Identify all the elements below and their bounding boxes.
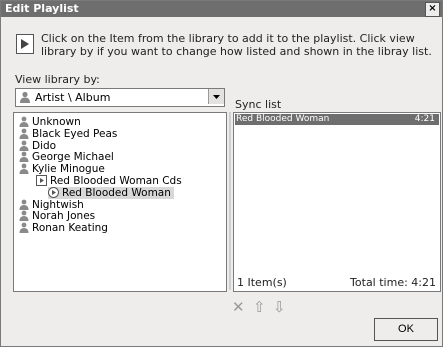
dropdown-button[interactable] [208,89,224,104]
sync-row-duration: 4:21 [414,114,435,124]
ok-button[interactable]: OK [374,318,438,341]
total-time: Total time: 4:21 [350,276,436,289]
tree-item[interactable]: Unknown [19,116,81,128]
move-down-icon[interactable]: ⇩ [273,298,286,316]
tree-item[interactable]: Black Eyed Peas [19,128,117,140]
remove-icon[interactable]: ✕ [232,298,245,316]
user-icon [19,222,29,236]
user-icon [19,91,31,106]
tree-item-label: Red Blooded Woman Cds [50,175,182,187]
instructions-text: Click on the Item from the library to ad… [41,32,432,58]
tree-item[interactable]: Norah Jones [19,210,95,222]
tree-item[interactable]: Red Blooded Woman Cds [36,175,182,187]
tree-item-label: Ronan Keating [32,222,108,235]
sync-list[interactable]: Red Blooded Woman 4:21 1 Item(s) Total t… [233,112,441,292]
tree-item-label: Norah Jones [32,210,96,223]
tree-item-label: Red Blooded Woman [62,186,171,199]
title-bar: Edit Playlist × [1,1,442,17]
tree-item-label: Dido [32,139,57,152]
tree-item-label: Black Eyed Peas [32,127,118,140]
tree-item[interactable]: Red Blooded Woman [48,186,174,199]
sync-row[interactable]: Red Blooded Woman 4:21 [235,114,439,125]
view-library-value: Artist \ Album [35,91,111,104]
tree-item[interactable]: George Michael [19,151,114,163]
tree-item[interactable]: Nightwish [19,199,84,211]
cd-icon [36,175,47,189]
chevron-down-icon [213,95,220,99]
view-library-select[interactable]: Artist \ Album [15,88,225,107]
sync-list-label: Sync list [235,98,282,111]
close-button[interactable]: × [425,2,440,17]
sync-row-title: Red Blooded Woman [236,114,330,124]
tree-item[interactable]: Ronan Keating [19,222,108,234]
library-tree[interactable]: Unknown Black Eyed Peas Dido George Michael… [13,112,227,292]
play-icon [16,34,34,54]
window-title: Edit Playlist [5,2,79,15]
view-library-label: View library by: [15,73,100,86]
tree-item-label: Unknown [32,116,81,128]
item-count: 1 Item(s) [237,276,287,289]
tree-item-label: Kylie Minogue [32,163,105,176]
tree-item[interactable]: Dido [19,140,56,152]
user-icon [19,163,29,177]
move-up-icon[interactable]: ⇧ [253,298,266,316]
tree-item-label: Nightwish [32,198,84,211]
tree-item[interactable]: Kylie Minogue [19,163,105,175]
tree-item-label: George Michael [32,151,114,164]
splitter[interactable] [229,112,231,290]
edit-playlist-dialog: Edit Playlist × Click on the Item from t… [0,0,443,347]
